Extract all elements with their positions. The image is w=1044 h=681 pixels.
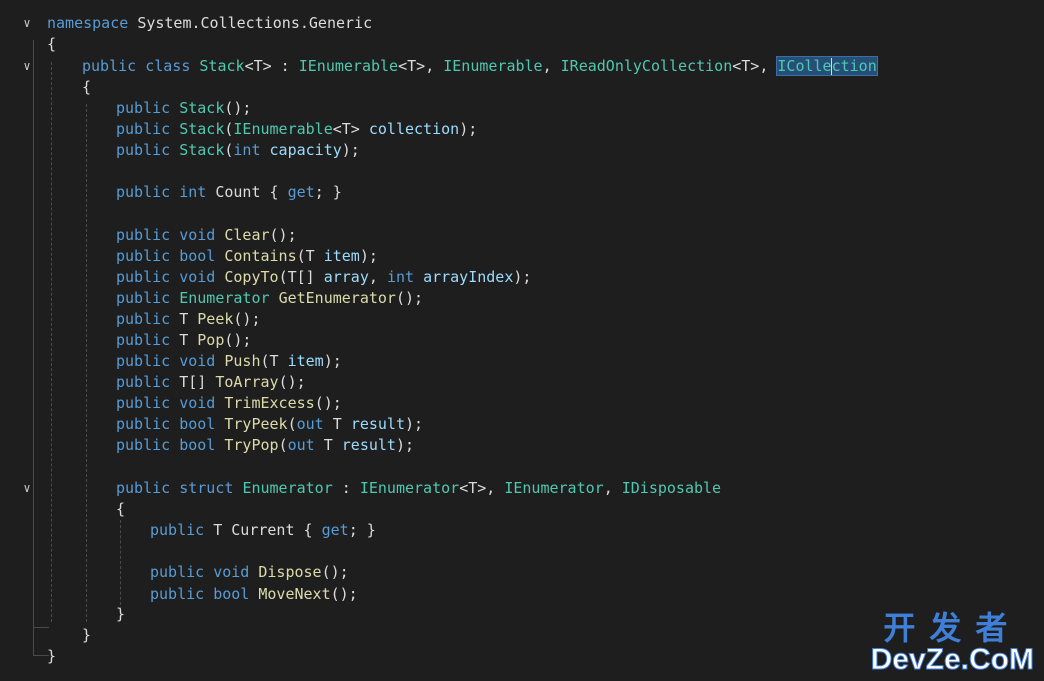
code-line: public struct Enumerator : IEnumerator<T… [116,479,722,497]
scope-bracket [33,627,49,628]
indent-guide [86,104,87,622]
chevron-down-icon[interactable]: ∨ [20,478,34,499]
code-line: public Stack(); [116,99,252,117]
code-line: public void TrimExcess(); [116,394,342,412]
code-line: public Enumerator GetEnumerator(); [116,289,424,307]
code-line: } [47,647,57,665]
code-line: public int Count { get; } [116,183,342,201]
code-line: public T Current { get; } [150,521,376,539]
code-line: public void Dispose(); [150,563,349,581]
code-line: public T Peek(); [116,310,261,328]
code-line: public class Stack<T> : IEnumerable<T>, … [82,56,878,76]
code-line: public T[] ToArray(); [116,373,306,391]
code-line: { [116,500,126,518]
code-line: } [116,605,126,623]
code-line: public void CopyTo(T[] array, int arrayI… [116,268,532,286]
code-line: { [47,35,57,53]
watermark-en: DevZe.CoM [870,643,1034,676]
chevron-down-icon[interactable]: ∨ [20,13,34,34]
chevron-down-icon[interactable]: ∨ [20,56,34,77]
code-line: public Stack(IEnumerable<T> collection); [116,120,478,138]
indent-guide [51,62,52,622]
code-line: public Stack(int capacity); [116,141,360,159]
watermark-logo: 开发者 DevZe.CoM [870,609,1034,676]
code-line: namespace System.Collections.Generic [47,14,373,32]
code-line: public bool Contains(T item); [116,247,378,265]
watermark-cn: 开发者 [883,609,1022,647]
code-line: public T Pop(); [116,331,252,349]
selected-text: ICollection [776,56,878,76]
code-line: public bool TryPop(out T result); [116,436,415,454]
code-line: public bool TryPeek(out T result); [116,415,424,433]
scope-bracket [33,82,34,627]
code-line: public void Push(T item); [116,352,342,370]
code-line: public bool MoveNext(); [150,585,358,603]
indent-guide [120,520,121,610]
code-line: public void Clear(); [116,226,297,244]
code-line: } [82,626,92,644]
code-line: { [82,78,92,96]
code-editor[interactable]: ∨ ∨ ∨ namespace System.Collections.Gener… [0,0,1044,681]
